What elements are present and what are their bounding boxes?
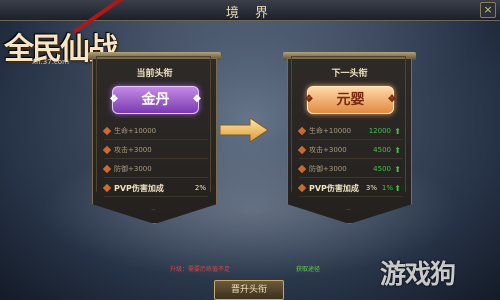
stat-row: 生命+10000 xyxy=(102,124,208,140)
stat-value: 12000 xyxy=(368,127,391,135)
pvp-label: PVP伤害加成 xyxy=(114,184,164,193)
diamond-bullet-icon xyxy=(297,126,307,136)
stat-value: 4500 xyxy=(373,165,391,173)
next-title-plate: ❖ 元婴 ❖ xyxy=(305,86,396,114)
stat-value: 4500 xyxy=(373,146,391,154)
next-title-text: 元婴 xyxy=(336,92,365,108)
diamond-bullet-icon xyxy=(102,183,112,193)
stat-row: 生命+10000 12000 ⬆ xyxy=(297,124,403,140)
stat-label: 攻击+3000 xyxy=(309,146,347,154)
pvp-increase: 1% xyxy=(381,184,393,192)
next-heading: 下一头衔 xyxy=(331,69,368,79)
close-button[interactable]: × xyxy=(480,2,496,18)
pvp-row: PVP伤害加成 2% xyxy=(102,181,208,197)
diamond-bullet-icon xyxy=(297,183,307,193)
current-heading: 当前头衔 xyxy=(136,69,173,79)
diamond-bullet-icon xyxy=(297,145,307,155)
site-watermark: 游戏狗 xyxy=(380,260,456,290)
obtain-method-link[interactable]: 获取途径 xyxy=(296,264,320,273)
stat-label: 防御+3000 xyxy=(309,165,347,173)
requirement-footer: 升级：需要历练值不足 获取途径 xyxy=(170,264,330,274)
stat-label: 生命+10000 xyxy=(309,127,352,135)
stat-row: 攻击+3000 xyxy=(102,143,208,159)
pvp-label: PVP伤害加成 xyxy=(309,184,359,193)
title-bar: 境 界 × xyxy=(0,0,500,21)
up-arrow-icon: ⬆ xyxy=(394,165,401,174)
up-arrow-icon: ⬆ xyxy=(394,146,401,155)
pvp-value: 3% xyxy=(365,184,377,192)
diamond-bullet-icon xyxy=(102,164,112,174)
current-title-banner: 当前头衔 ❖ 金丹 ❖ 生命+10000 攻击+3000 防御+3000 PVP… xyxy=(88,52,221,224)
stat-label: 攻击+3000 xyxy=(114,146,152,154)
promote-title-button[interactable]: 晋升头衔 xyxy=(214,280,284,300)
wing-right-icon: ❖ xyxy=(192,94,202,105)
stat-label: 防御+3000 xyxy=(114,165,152,173)
stat-row: 攻击+3000 4500 ⬆ xyxy=(297,143,403,159)
stat-row: 防御+3000 xyxy=(102,162,208,178)
current-title-plate: ❖ 金丹 ❖ xyxy=(110,86,201,114)
next-title-banner: 下一头衔 ❖ 元婴 ❖ 生命+10000 12000 ⬆ 攻击+3000 450… xyxy=(283,52,416,224)
upgrade-arrow-icon xyxy=(220,118,268,142)
requirement-message: 升级：需要历练值不足 xyxy=(170,266,231,273)
current-stats: 生命+10000 攻击+3000 防御+3000 PVP伤害加成 2% xyxy=(102,124,208,200)
wing-left-icon: ❖ xyxy=(304,94,314,105)
stat-row: 防御+3000 4500 ⬆ xyxy=(297,162,403,178)
stat-label: 生命+10000 xyxy=(114,127,157,135)
logo-url: xn.37.com xyxy=(32,58,69,66)
diamond-bullet-icon xyxy=(102,126,112,136)
next-stats: 生命+10000 12000 ⬆ 攻击+3000 4500 ⬆ 防御+3000 … xyxy=(297,124,403,200)
diamond-bullet-icon xyxy=(102,145,112,155)
wing-right-icon: ❖ xyxy=(387,94,397,105)
up-arrow-icon: ⬆ xyxy=(394,127,401,136)
pvp-value: 2% xyxy=(194,184,206,192)
current-title-text: 金丹 xyxy=(141,92,170,108)
up-arrow-icon: ⬆ xyxy=(394,184,401,193)
diamond-bullet-icon xyxy=(297,164,307,174)
pvp-row: PVP伤害加成 3% 1% ⬆ xyxy=(297,181,403,197)
wing-left-icon: ❖ xyxy=(109,94,119,105)
window-title: 境 界 xyxy=(225,6,275,21)
